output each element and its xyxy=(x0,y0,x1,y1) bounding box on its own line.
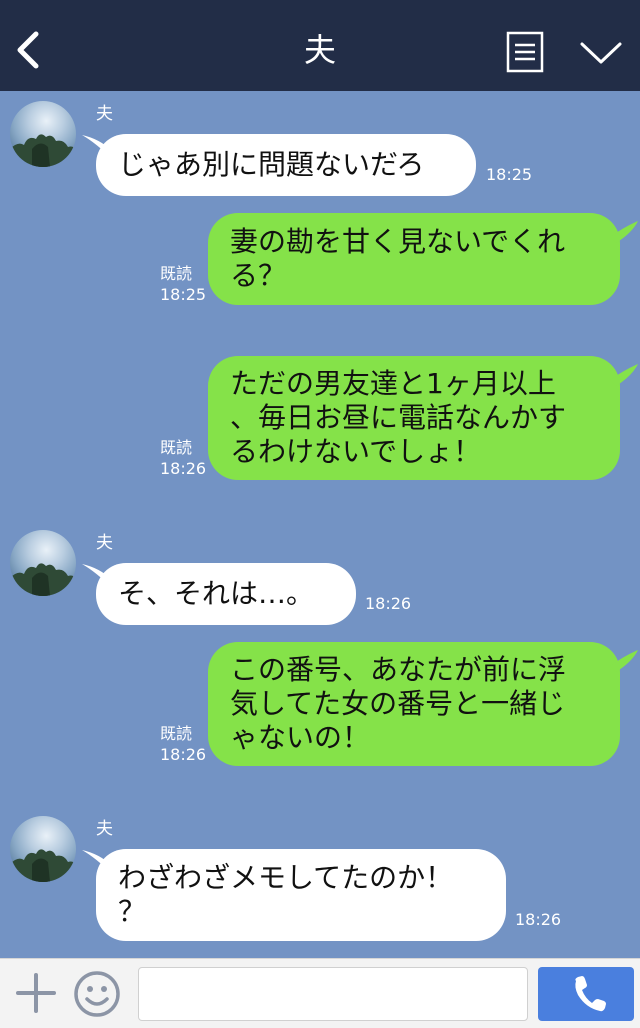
chat-header: 夫 xyxy=(0,0,640,91)
avatar-tree-image xyxy=(10,134,76,167)
avatar[interactable] xyxy=(10,530,76,596)
phone-icon xyxy=(575,976,606,1012)
chevron-down-icon xyxy=(580,42,622,64)
message-text: わざわざメモしてたのか！ ？ xyxy=(118,861,454,928)
message-time: 18:25 xyxy=(486,165,533,184)
message-text: じゃあ別に問題ないだろ xyxy=(118,148,425,181)
bubble-tail xyxy=(610,364,638,386)
call-button[interactable] xyxy=(538,967,634,1021)
avatar[interactable] xyxy=(10,816,76,882)
emoji-button[interactable] xyxy=(72,969,122,1019)
message-time: 18:26 xyxy=(160,745,207,764)
message-time: 18:26 xyxy=(160,459,207,478)
message-text: この番号、あなたが前に浮 気してた女の番号と一緒じ ゃないの！ xyxy=(230,653,567,754)
message-time: 18:25 xyxy=(160,285,207,304)
sender-name: 夫 xyxy=(96,533,113,553)
message-time: 18:26 xyxy=(365,594,412,613)
avatar-tree-image xyxy=(10,563,76,596)
avatar-tree-image xyxy=(10,849,76,882)
avatar[interactable] xyxy=(10,101,76,167)
message-list[interactable]: 夫 じゃあ別に問題ないだろ 18:25 既読 18:25 妻の勘を甘く見ないでく… xyxy=(0,91,640,958)
message-bubble-incoming[interactable]: そ、それは…。 xyxy=(96,563,356,625)
chat-title: 夫 xyxy=(303,31,336,69)
message-text: そ、それは…。 xyxy=(118,577,315,610)
plus-icon xyxy=(16,973,56,1013)
message-bubble-incoming[interactable]: じゃあ別に問題ないだろ xyxy=(96,134,476,196)
message-bubble-outgoing[interactable]: この番号、あなたが前に浮 気してた女の番号と一緒じ ゃないの！ xyxy=(208,642,620,766)
sender-name: 夫 xyxy=(96,104,113,124)
message-bubble-outgoing[interactable]: ただの男友達と1ヶ月以上 、毎日お昼に電話なんかす るわけないでしょ！ xyxy=(208,356,620,480)
sender-name: 夫 xyxy=(96,819,113,839)
message-text: 妻の勘を甘く見ないでくれ る？ xyxy=(230,225,566,292)
bubble-tail xyxy=(610,650,638,672)
message-input[interactable] xyxy=(138,967,528,1021)
smiley-icon xyxy=(74,971,120,1017)
add-attachment-button[interactable] xyxy=(14,971,58,1015)
message-bubble-outgoing[interactable]: 妻の勘を甘く見ないでくれ る？ xyxy=(208,213,620,305)
read-status: 既読 xyxy=(160,438,193,457)
more-button[interactable] xyxy=(578,36,624,70)
message-text: ただの男友達と1ヶ月以上 、毎日お昼に電話なんかす るわけないでしょ！ xyxy=(230,367,567,468)
message-time: 18:26 xyxy=(515,910,562,929)
menu-button[interactable] xyxy=(506,31,544,73)
composer-bar xyxy=(0,958,640,1028)
read-status: 既読 xyxy=(160,264,193,283)
bubble-tail xyxy=(610,221,638,243)
list-icon xyxy=(506,31,544,73)
message-bubble-incoming[interactable]: わざわざメモしてたのか！ ？ xyxy=(96,849,506,941)
read-status: 既読 xyxy=(160,724,193,743)
